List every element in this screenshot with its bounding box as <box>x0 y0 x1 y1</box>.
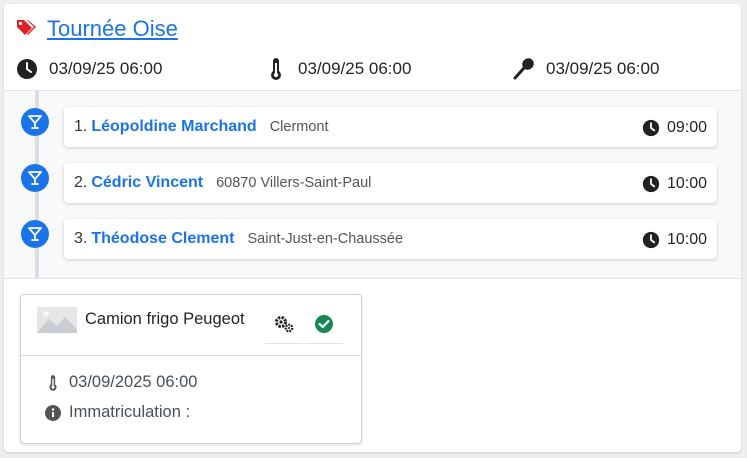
tour-title-link[interactable]: Tournée Oise <box>47 16 178 42</box>
meta-temperature-time: 03/09/25 06:00 <box>264 56 411 82</box>
clock-icon <box>642 231 660 249</box>
stop-index: 3. <box>74 230 88 247</box>
vehicle-header: Camion frigo Peugeot <box>21 295 361 356</box>
clock-icon <box>642 119 660 137</box>
tour-header: Tournée Oise 03/09/25 06:00 03/09/25 06:… <box>4 4 741 90</box>
cocktail-icon <box>21 220 49 248</box>
tags-icon <box>15 18 39 38</box>
meta-start-time: 03/09/25 06:00 <box>15 56 162 82</box>
stop-time: 10:00 <box>642 175 707 193</box>
vehicle-settings-button[interactable] <box>265 309 303 344</box>
stop-city: Saint-Just-en-Chaussée <box>247 231 404 247</box>
stop-client-name[interactable]: Léopoldine Marchand <box>91 118 256 136</box>
stops-timeline: 1. Léopoldine Marchand Clermont 09:00 2.… <box>4 90 741 279</box>
vehicle-name: Camion frigo Peugeot <box>85 310 245 328</box>
gears-icon <box>273 314 295 339</box>
stop-index: 2. <box>74 174 88 191</box>
thermometer-icon <box>264 57 288 81</box>
meta-meal-time-value: 03/09/25 06:00 <box>546 59 660 78</box>
vehicle-registration-line: Immatriculation : <box>45 403 190 422</box>
stop-time: 10:00 <box>642 231 707 249</box>
tour-card: Tournée Oise 03/09/25 06:00 03/09/25 06:… <box>4 4 741 452</box>
stop-time-value: 10:00 <box>666 175 707 192</box>
thermometer-icon <box>45 374 61 392</box>
clock-icon <box>15 57 39 81</box>
stop-city: Clermont <box>269 119 329 135</box>
stop-city: 60870 Villers-Saint-Paul <box>216 175 372 191</box>
spoon-icon <box>512 57 536 81</box>
image-placeholder-icon <box>37 307 77 333</box>
stop-card-2[interactable]: 2. Cédric Vincent 60870 Villers-Saint-Pa… <box>64 163 717 203</box>
stop-time-value: 09:00 <box>666 119 707 136</box>
info-circle-icon <box>45 404 61 422</box>
meta-start-time-value: 03/09/25 06:00 <box>49 59 163 78</box>
vehicle-registration-label: Immatriculation : <box>69 403 191 421</box>
meta-temperature-time-value: 03/09/25 06:00 <box>298 59 412 78</box>
stop-client-name[interactable]: Théodose Clement <box>91 230 234 248</box>
cocktail-icon <box>21 164 49 192</box>
stop-card-1[interactable]: 1. Léopoldine Marchand Clermont 09:00 <box>64 107 717 147</box>
stop-card-3[interactable]: 3. Théodose Clement Saint-Just-en-Chauss… <box>64 219 717 259</box>
vehicle-card: Camion frigo Peugeot 03/09/2025 06:00 Im… <box>20 294 362 444</box>
vehicle-date-line: 03/09/2025 06:00 <box>45 373 197 392</box>
check-circle-icon <box>314 314 334 339</box>
cocktail-icon <box>21 108 49 136</box>
meta-meal-time: 03/09/25 06:00 <box>512 56 659 82</box>
stop-index: 1. <box>74 118 88 135</box>
stop-time: 09:00 <box>642 119 707 137</box>
clock-icon <box>642 175 660 193</box>
vehicle-status-button[interactable] <box>305 309 343 344</box>
stop-client-name[interactable]: Cédric Vincent <box>91 174 203 192</box>
vehicle-date: 03/09/2025 06:00 <box>69 373 198 391</box>
stop-time-value: 10:00 <box>666 231 707 248</box>
